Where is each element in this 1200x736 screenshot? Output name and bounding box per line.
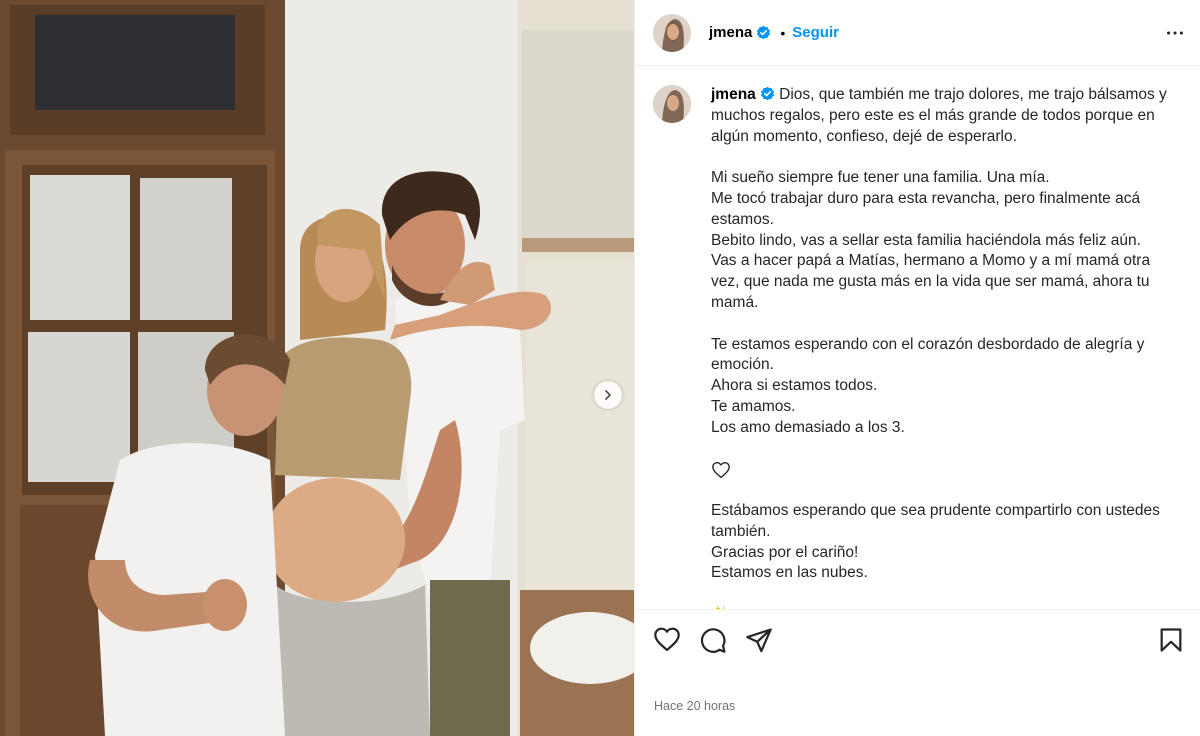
photo-illustration bbox=[0, 0, 634, 736]
comment-icon[interactable] bbox=[699, 626, 727, 654]
author-username[interactable]: jmena bbox=[709, 24, 752, 41]
next-photo-button[interactable] bbox=[594, 381, 622, 409]
caption-heart bbox=[711, 459, 1181, 480]
chevron-right-icon bbox=[605, 390, 611, 400]
post-photo[interactable] bbox=[0, 0, 634, 736]
verified-badge-icon bbox=[757, 25, 771, 40]
caption-paragraph-2: Mi sueño siempre fue tener una familia. … bbox=[711, 169, 1151, 311]
post-header: jmena • Seguir bbox=[635, 0, 1200, 66]
caption-avatar[interactable] bbox=[653, 85, 691, 123]
post-timestamp[interactable]: Hace 20 horas bbox=[654, 699, 735, 713]
caption-paragraph: jmena Dios, que también me trajo dolores… bbox=[711, 85, 1181, 147]
follow-button[interactable]: Seguir bbox=[792, 24, 839, 41]
avatar-image bbox=[653, 13, 691, 52]
caption-section[interactable]: jmena Dios, que también me trajo dolores… bbox=[635, 67, 1200, 609]
more-options-icon[interactable] bbox=[1164, 22, 1186, 44]
caption-text: jmena Dios, que también me trajo dolores… bbox=[711, 85, 1181, 609]
caption-paragraph-1: Dios, que también me trajo dolores, me t… bbox=[711, 86, 1167, 145]
heart-icon[interactable] bbox=[653, 626, 681, 654]
heart-outline-icon bbox=[712, 461, 730, 478]
post-side-panel: jmena • Seguir jmena Dios, que también m… bbox=[634, 0, 1200, 736]
caption-username[interactable]: jmena bbox=[711, 86, 756, 103]
caption-paragraph-3: Te estamos esperando con el corazón desb… bbox=[711, 335, 1145, 436]
action-bar bbox=[635, 609, 1200, 669]
caption-paragraph-4: Estábamos esperando que sea prudente com… bbox=[711, 501, 1160, 582]
avatar[interactable] bbox=[653, 13, 691, 52]
separator-dot: • bbox=[780, 24, 786, 41]
verified-badge-icon bbox=[760, 86, 774, 101]
avatar-image bbox=[653, 85, 691, 123]
bookmark-icon[interactable] bbox=[1157, 626, 1185, 654]
send-icon[interactable] bbox=[745, 626, 773, 654]
